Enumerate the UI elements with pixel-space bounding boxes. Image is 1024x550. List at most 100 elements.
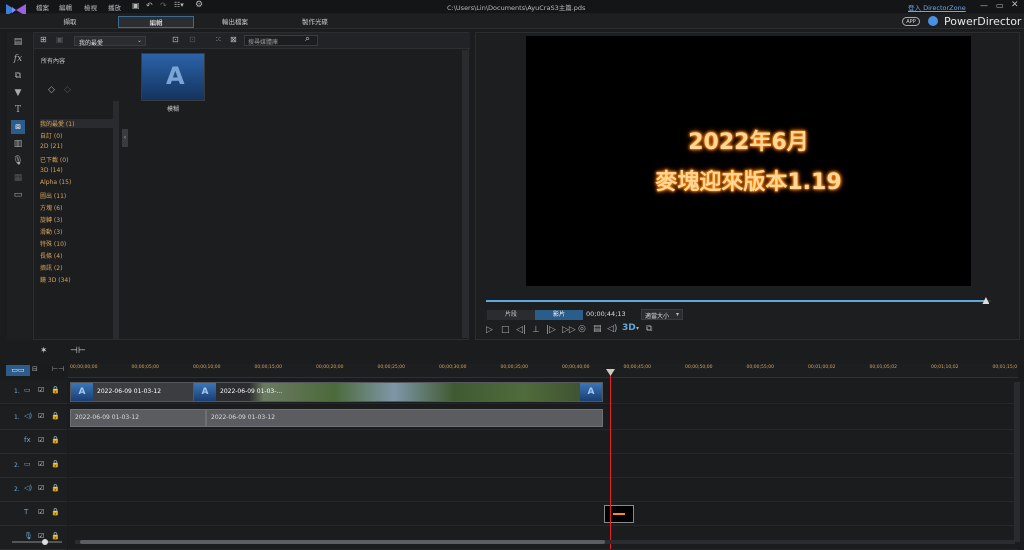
tab-produce[interactable]: 輸出檔案 xyxy=(200,16,270,28)
category-item[interactable]: 旋轉 (3) xyxy=(40,215,62,224)
category-item[interactable]: 已下載 (0) xyxy=(40,155,68,164)
track-header-audio[interactable]: 1. ◁) ☑ 🔒 xyxy=(0,406,67,430)
pip-room-icon[interactable]: ⧉ xyxy=(11,69,25,83)
menu-edit[interactable]: 編輯 xyxy=(59,2,72,12)
import-icon[interactable]: ⊞ xyxy=(40,35,47,44)
track-row-voice[interactable] xyxy=(68,526,1018,550)
media-room-icon[interactable]: ▤ xyxy=(11,35,25,49)
next-frame-button[interactable]: |▷ xyxy=(546,325,556,335)
library-filter-select[interactable]: 我的最愛 ⌄ xyxy=(74,36,146,47)
tab-edit[interactable]: 編輯 xyxy=(118,16,194,28)
category-item[interactable]: 擠訊 (2) xyxy=(40,263,62,272)
category-item[interactable]: 滑動 (3) xyxy=(40,227,62,236)
title-clip[interactable] xyxy=(604,505,634,523)
category-item[interactable]: 我的最愛 (1) xyxy=(40,119,117,128)
play-button[interactable]: ▷ xyxy=(486,325,493,335)
tab-create-disc[interactable]: 製作光碟 xyxy=(280,16,350,28)
add-tag-icon[interactable]: ◇ xyxy=(48,85,55,95)
timecode-display[interactable]: 00;00;44;13 xyxy=(586,310,626,318)
movie-mode-tab[interactable]: 影片 xyxy=(535,310,583,320)
clip-mode-tab[interactable]: 片段 xyxy=(487,310,535,320)
storyboard-view-icon[interactable]: ⊟ xyxy=(32,365,38,373)
track-row-title[interactable] xyxy=(68,502,1018,526)
split-button[interactable]: ⊥ xyxy=(532,325,540,335)
close-button[interactable]: ✕ xyxy=(1011,0,1019,10)
category-item[interactable]: 2D (21) xyxy=(40,143,63,150)
add-icon[interactable]: ⊡ xyxy=(172,35,179,44)
panel-collapse-button[interactable]: ‹ xyxy=(122,129,128,147)
timeline-hscroll-thumb[interactable] xyxy=(80,540,605,544)
track-enable-checkbox[interactable]: ☑ xyxy=(38,508,44,516)
track-row-video[interactable] xyxy=(68,454,1018,478)
timeline-view-icon[interactable]: ▭▭ xyxy=(6,365,30,376)
track-header-audio[interactable]: 2. ◁) ☑ 🔒 xyxy=(0,478,67,502)
category-item[interactable]: 長條 (4) xyxy=(40,251,62,260)
track-lock-icon[interactable]: 🔒 xyxy=(51,412,60,420)
maximize-button[interactable]: ▭ xyxy=(996,1,1004,10)
transition-room-icon[interactable]: ⧈ xyxy=(11,120,25,134)
playhead[interactable] xyxy=(610,370,611,549)
video-clip[interactable]: A 2022-06-09 01-03-12 xyxy=(70,382,206,402)
track-enable-checkbox[interactable]: ☑ xyxy=(38,436,44,444)
track-row-audio[interactable] xyxy=(68,478,1018,502)
track-enable-checkbox[interactable]: ☑ xyxy=(38,484,44,492)
category-item[interactable]: 3D (14) xyxy=(40,167,63,174)
track-header-fx[interactable]: fx ☑ 🔒 xyxy=(0,430,67,454)
track-lock-icon[interactable]: 🔒 xyxy=(51,460,60,468)
layout-icon[interactable]: ☷▾ xyxy=(174,1,184,9)
chevron-down-icon[interactable]: ▾ xyxy=(636,325,639,332)
track-row-audio[interactable]: 2022-06-09 01-03-12 2022-06-09 01-03-12 xyxy=(68,406,1018,430)
minimize-button[interactable]: — xyxy=(980,1,988,10)
prev-frame-button[interactable]: ◁| xyxy=(516,325,526,335)
3d-button[interactable]: 3D xyxy=(622,323,636,333)
expand-icon[interactable]: ⊠ xyxy=(230,35,237,44)
redo-icon[interactable]: ↷ xyxy=(160,1,167,10)
time-ruler[interactable]: 00;00;00;00 00;00;05;00 00;00;10;00 00;00;1… xyxy=(68,364,1018,378)
library-scrollbar[interactable] xyxy=(462,50,468,338)
category-item[interactable]: 特殊 (10) xyxy=(40,239,66,248)
subtitle-room-icon[interactable]: ▭ xyxy=(11,188,25,202)
scrub-track[interactable] xyxy=(486,300,991,302)
zoom-knob[interactable] xyxy=(42,539,48,545)
zoom-slider[interactable] xyxy=(8,539,64,545)
track-enable-checkbox[interactable]: ☑ xyxy=(38,412,44,420)
undock-icon[interactable]: ⧉ xyxy=(646,324,652,334)
category-item[interactable]: 方塊 (6) xyxy=(40,203,62,212)
fit-timeline-icon[interactable]: ⊢⊣ xyxy=(52,365,64,373)
track-lock-icon[interactable]: 🔒 xyxy=(51,508,60,516)
category-item[interactable]: 圖出 (11) xyxy=(40,191,66,200)
tab-capture[interactable]: 擷取 xyxy=(35,16,105,28)
track-header-voice[interactable]: 🎙 ☑ 🔒 xyxy=(0,526,67,550)
lock-icon[interactable]: ▣ xyxy=(56,35,64,44)
track-header-video[interactable]: 2. ▭ ☑ 🔒 xyxy=(0,454,67,478)
track-enable-checkbox[interactable]: ☑ xyxy=(38,386,44,394)
save-icon[interactable]: ▣ xyxy=(132,1,140,10)
track-lock-icon[interactable]: 🔒 xyxy=(51,386,60,394)
magic-tools-icon[interactable]: ✶ xyxy=(40,346,48,356)
track-row-fx[interactable] xyxy=(68,430,1018,454)
snapshot-button[interactable]: ◎ xyxy=(578,324,586,334)
menu-file[interactable]: 檔案 xyxy=(36,2,49,12)
undo-icon[interactable]: ↶ xyxy=(146,1,153,10)
category-item[interactable]: 自訂 (0) xyxy=(40,131,62,140)
menu-view[interactable]: 檢視 xyxy=(84,2,97,12)
track-header-video[interactable]: 1. ▭ ☑ 🔒 xyxy=(0,380,67,404)
split-tool-icon[interactable]: ⊣⊢ xyxy=(70,346,86,356)
audio-mixing-icon[interactable]: ▥ xyxy=(11,137,25,151)
search-icon[interactable]: ⌕ xyxy=(305,34,310,44)
category-item[interactable]: 鏡 3D (34) xyxy=(40,275,71,284)
stop-button[interactable]: □ xyxy=(501,325,510,335)
fx-room-icon[interactable]: fx xyxy=(11,52,25,66)
audio-clip[interactable]: 2022-06-09 01-03-12 xyxy=(70,409,206,427)
track-header-title[interactable]: T ☑ 🔒 xyxy=(0,502,67,526)
video-clip-filmstrip[interactable]: A 2022-06-09 01-03-... A xyxy=(193,382,603,402)
category-scrollbar[interactable] xyxy=(113,101,119,339)
remove-tag-icon[interactable]: ◇ xyxy=(64,85,71,95)
category-item[interactable]: Alpha (15) xyxy=(40,179,71,186)
timeline-scrollbar[interactable] xyxy=(1014,382,1020,542)
title-room-icon[interactable]: T xyxy=(11,103,25,117)
audio-clip[interactable]: 2022-06-09 01-03-12 xyxy=(206,409,603,427)
edit-icon[interactable]: ⊡ xyxy=(189,35,196,44)
track-row-video[interactable]: A 2022-06-09 01-03-12 A 2022-06-09 01-03-..… xyxy=(68,380,1018,404)
menu-play[interactable]: 播放 xyxy=(108,2,121,12)
